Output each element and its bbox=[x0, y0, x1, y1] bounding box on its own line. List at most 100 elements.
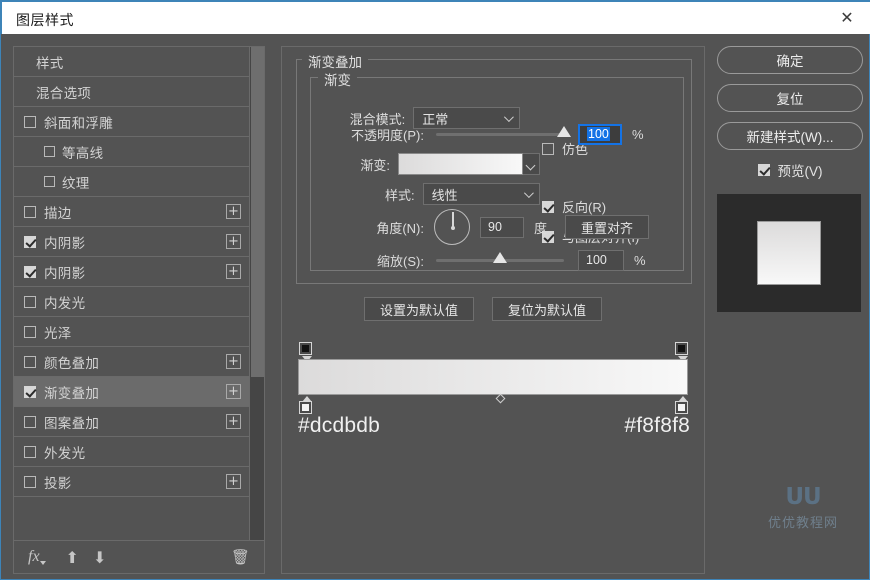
fx-icon[interactable]: fx bbox=[28, 548, 40, 566]
move-up-icon[interactable]: ⬆ bbox=[66, 548, 79, 567]
angle-value: 90 bbox=[488, 220, 502, 234]
add-effect-icon[interactable]: + bbox=[226, 474, 241, 489]
reset-button[interactable]: 复位 bbox=[717, 84, 863, 112]
scale-slider[interactable] bbox=[436, 259, 564, 262]
scale-slider-thumb[interactable] bbox=[493, 252, 507, 263]
sidebar-item-0[interactable]: 样式 bbox=[14, 47, 250, 77]
sidebar-item-4[interactable]: 纹理 bbox=[14, 167, 250, 197]
angle-dial-hub bbox=[451, 226, 455, 230]
gradient-dropdown-icon[interactable] bbox=[523, 153, 540, 175]
close-icon[interactable]: ✕ bbox=[824, 2, 870, 34]
preview-label: 预览(V) bbox=[778, 160, 823, 180]
new-style-button[interactable]: 新建样式(W)... bbox=[717, 122, 863, 150]
add-effect-icon[interactable]: + bbox=[226, 204, 241, 219]
sidebar-item-13[interactable]: 外发光 bbox=[14, 437, 250, 467]
add-effect-icon[interactable]: + bbox=[226, 234, 241, 249]
scale-row: 缩放(S): 100 % bbox=[320, 249, 650, 271]
gradient-editor: #dcdbdb #f8f8f8 bbox=[294, 342, 694, 492]
sidebar-item-checkbox[interactable] bbox=[24, 266, 36, 278]
preview-square bbox=[757, 221, 821, 285]
sidebar-item-checkbox[interactable] bbox=[24, 416, 36, 428]
gradient-picker[interactable] bbox=[398, 153, 540, 175]
gradient-midpoint-marker[interactable] bbox=[496, 394, 506, 404]
add-effect-icon[interactable]: + bbox=[226, 264, 241, 279]
sidebar-item-checkbox[interactable] bbox=[24, 236, 36, 248]
styles-scrollbar[interactable] bbox=[249, 47, 264, 541]
gradient-overlay-panel: 渐变叠加 渐变 混合模式: 正常 仿色 不透明度(P): 100 % bbox=[281, 46, 705, 574]
sidebar-item-12[interactable]: 图案叠加+ bbox=[14, 407, 250, 437]
trash-icon[interactable]: 🗑 bbox=[231, 548, 250, 566]
add-effect-icon[interactable]: + bbox=[226, 354, 241, 369]
gradient-row: 渐变: bbox=[320, 153, 540, 175]
styles-list: 样式混合选项斜面和浮雕等高线纹理描边+内阴影+内阴影+内发光光泽颜色叠加+渐变叠… bbox=[14, 47, 250, 541]
move-down-icon[interactable]: ⬇ bbox=[93, 548, 106, 567]
sidebar-item-checkbox[interactable] bbox=[24, 296, 36, 308]
sidebar-item-8[interactable]: 内发光 bbox=[14, 287, 250, 317]
opacity-unit: % bbox=[632, 127, 644, 142]
sidebar-item-checkbox[interactable] bbox=[24, 476, 36, 488]
sidebar-item-label: 混合选项 bbox=[36, 82, 91, 102]
sidebar-item-label: 描边 bbox=[44, 202, 72, 222]
sidebar-item-checkbox[interactable] bbox=[44, 146, 55, 157]
sidebar-item-7[interactable]: 内阴影+ bbox=[14, 257, 250, 287]
add-effect-icon[interactable]: + bbox=[226, 384, 241, 399]
ok-button[interactable]: 确定 bbox=[717, 46, 863, 74]
gradient-color-stop-left[interactable] bbox=[299, 401, 312, 414]
gradient-bar[interactable] bbox=[298, 359, 688, 395]
opacity-input[interactable]: 100 bbox=[578, 124, 622, 145]
sidebar-item-5[interactable]: 描边 + bbox=[14, 197, 250, 227]
sidebar-item-label: 渐变叠加 bbox=[44, 382, 99, 402]
style-select[interactable]: 线性 bbox=[423, 183, 540, 205]
sidebar-item-checkbox[interactable] bbox=[24, 206, 36, 218]
sidebar-item-checkbox[interactable] bbox=[24, 356, 36, 368]
gradient-label: 渐变: bbox=[320, 155, 390, 174]
gradient-swatch[interactable] bbox=[398, 153, 523, 175]
gradient-overlay-title: 渐变叠加 bbox=[302, 51, 368, 71]
opacity-slider[interactable] bbox=[436, 133, 564, 136]
angle-dial[interactable] bbox=[434, 209, 470, 245]
gradient-opacity-stop-right[interactable] bbox=[675, 342, 688, 355]
sidebar-item-label: 内发光 bbox=[44, 292, 85, 312]
preview-checkbox[interactable] bbox=[758, 164, 770, 176]
sidebar-item-6[interactable]: 内阴影+ bbox=[14, 227, 250, 257]
preview-checkbox-row[interactable]: 预览(V) bbox=[717, 160, 863, 180]
set-default-button[interactable]: 设置为默认值 bbox=[364, 297, 474, 321]
sidebar-item-label: 等高线 bbox=[62, 142, 103, 162]
opacity-label: 不透明度(P): bbox=[320, 125, 424, 144]
chevron-down-icon bbox=[504, 112, 514, 122]
add-effect-icon[interactable]: + bbox=[226, 414, 241, 429]
sidebar-item-checkbox[interactable] bbox=[24, 116, 36, 128]
sidebar-item-label: 光泽 bbox=[44, 322, 72, 342]
sidebar-item-label: 外发光 bbox=[44, 442, 85, 462]
sidebar-item-11[interactable]: 渐变叠加 + bbox=[14, 377, 250, 407]
angle-row: 角度(N): 90 度 重置对齐 bbox=[320, 207, 660, 247]
scale-input[interactable]: 100 bbox=[578, 250, 624, 271]
dialog-actions: 确定 复位 新建样式(W)... 预览(V) bbox=[717, 46, 863, 312]
sidebar-item-label: 纹理 bbox=[62, 172, 90, 192]
reset-align-button[interactable]: 重置对齐 bbox=[565, 215, 649, 239]
sidebar-item-10[interactable]: 颜色叠加 + bbox=[14, 347, 250, 377]
sidebar-item-checkbox[interactable] bbox=[24, 446, 36, 458]
left-hex-label: #dcdbdb bbox=[298, 414, 380, 438]
sidebar-item-checkbox[interactable] bbox=[44, 176, 55, 187]
sidebar-item-label: 斜面和浮雕 bbox=[44, 112, 113, 132]
angle-unit: 度 bbox=[534, 218, 547, 237]
right-hex-label: #f8f8f8 bbox=[624, 414, 690, 438]
gradient-color-stop-right[interactable] bbox=[675, 401, 688, 414]
scrollbar-thumb[interactable] bbox=[251, 47, 264, 377]
sidebar-item-checkbox[interactable] bbox=[24, 386, 36, 398]
sidebar-item-14[interactable]: 投影+ bbox=[14, 467, 250, 497]
sidebar-item-9[interactable]: 光泽 bbox=[14, 317, 250, 347]
sidebar-item-1[interactable]: 混合选项 bbox=[14, 77, 250, 107]
gradient-opacity-stop-left[interactable] bbox=[299, 342, 312, 355]
scale-label: 缩放(S): bbox=[320, 251, 424, 270]
sidebar-item-label: 颜色叠加 bbox=[44, 352, 99, 372]
sidebar-item-checkbox[interactable] bbox=[24, 326, 36, 338]
opacity-slider-thumb[interactable] bbox=[557, 126, 571, 137]
reset-default-button[interactable]: 复位为默认值 bbox=[492, 297, 602, 321]
styles-footer-toolbar: fx ⬆ ⬇ 🗑 bbox=[14, 540, 264, 573]
gradient-group-title: 渐变 bbox=[318, 69, 357, 89]
sidebar-item-3[interactable]: 等高线 bbox=[14, 137, 250, 167]
angle-input[interactable]: 90 bbox=[480, 217, 524, 238]
sidebar-item-2[interactable]: 斜面和浮雕 bbox=[14, 107, 250, 137]
